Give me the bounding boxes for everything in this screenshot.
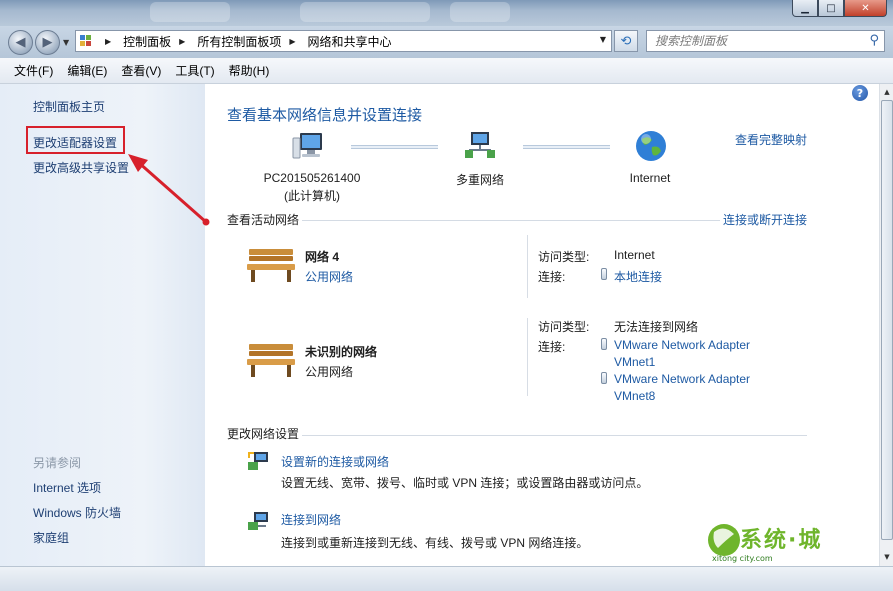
breadcrumb-all-items[interactable]: 所有控制面板项	[197, 33, 281, 50]
back-button[interactable]: ◀	[8, 30, 33, 55]
internet-globe-icon	[634, 129, 668, 163]
menu-edit[interactable]: 编辑(E)	[67, 62, 107, 79]
sidebar	[0, 84, 205, 566]
ethernet-plug-icon	[601, 372, 607, 384]
address-dropdown-icon[interactable]: ▼	[600, 35, 606, 44]
search-box[interactable]: ⚲	[646, 30, 885, 52]
separator	[527, 235, 528, 298]
vmnet8-adapter-link[interactable]: VMnet8	[614, 389, 655, 403]
menu-help[interactable]: 帮助(H)	[229, 62, 270, 79]
connect-to-network-description: 连接到或重新连接到无线、有线、拨号或 VPN 网络连接。	[281, 536, 589, 550]
titlebar-blur	[450, 2, 510, 22]
local-connection-link[interactable]: 本地连接	[614, 268, 662, 285]
access-type-label: 访问类型:	[538, 320, 590, 334]
access-type-value: 无法连接到网络	[614, 320, 699, 334]
connection-label: 连接:	[538, 270, 566, 284]
scroll-down-arrow[interactable]: ▼	[881, 550, 893, 564]
chevron-right-icon[interactable]: ▶	[289, 37, 295, 46]
scroll-up-arrow[interactable]: ▲	[881, 85, 893, 99]
recent-pages-dropdown[interactable]: ▼	[63, 38, 69, 47]
internet-label: Internet	[629, 171, 671, 185]
vmnet1-adapter-link[interactable]: VMware Network Adapter	[614, 338, 750, 352]
menu-tools[interactable]: 工具(T)	[175, 62, 214, 79]
see-also-homegroup[interactable]: 家庭组	[33, 529, 69, 546]
titlebar-blur	[300, 2, 430, 22]
access-type-label: 访问类型:	[538, 250, 590, 264]
maximize-button[interactable]: □	[818, 0, 844, 17]
see-also-firewall[interactable]: Windows 防火墙	[33, 504, 121, 521]
breadcrumb-network-center[interactable]: 网络和共享中心	[308, 33, 392, 50]
menu-bar: 文件(F) 编辑(E) 查看(V) 工具(T) 帮助(H)	[0, 58, 893, 84]
active-networks-heading: 查看活动网络	[227, 213, 300, 227]
connect-network-icon	[246, 510, 272, 534]
network-name: 未识别的网络	[305, 345, 378, 359]
address-bar[interactable]: ▶ 控制面板 ▶ 所有控制面板项 ▶ 网络和共享中心 ▼	[75, 30, 612, 52]
vmnet8-adapter-link[interactable]: VMware Network Adapter	[614, 372, 750, 386]
separator	[527, 318, 528, 396]
forward-button[interactable]: ▶	[35, 30, 60, 55]
ethernet-plug-icon	[601, 268, 607, 280]
connect-to-network-link[interactable]: 连接到网络	[281, 511, 341, 528]
connection-label: 连接:	[538, 340, 566, 354]
computer-name: PC201505261400	[263, 171, 361, 185]
watermark-subtext: xitong city.com	[712, 554, 773, 563]
view-full-map-link[interactable]: 查看完整映射	[735, 131, 807, 148]
connect-disconnect-link[interactable]: 连接或断开连接	[723, 211, 807, 228]
computer-icon	[292, 130, 326, 162]
help-icon[interactable]: ?	[852, 85, 868, 101]
watermark-text: 系统·城	[740, 528, 823, 553]
close-button[interactable]: ✕	[844, 0, 887, 17]
ethernet-plug-icon	[601, 338, 607, 350]
access-type-value: Internet	[614, 248, 655, 262]
multiple-networks-icon	[463, 130, 497, 162]
minimize-button[interactable]: ▁	[792, 0, 818, 17]
bench-icon	[245, 340, 297, 380]
network-type: 公用网络	[305, 365, 354, 379]
menu-file[interactable]: 文件(F)	[14, 62, 53, 79]
menu-view[interactable]: 查看(V)	[121, 62, 161, 79]
chevron-right-icon[interactable]: ▶	[179, 37, 185, 46]
multiple-networks-label: 多重网络	[455, 173, 504, 187]
vertical-scrollbar[interactable]: ▲ ▼	[879, 84, 893, 566]
connection-line	[523, 145, 610, 149]
control-panel-icon	[79, 33, 97, 49]
computer-subtitle: (此计算机)	[284, 189, 340, 203]
vmnet1-adapter-link[interactable]: VMnet1	[614, 355, 655, 369]
connection-line	[351, 145, 438, 149]
setup-connection-description: 设置无线、宽带、拨号、临时或 VPN 连接；或设置路由器或访问点。	[281, 476, 649, 490]
new-connection-icon	[246, 450, 272, 474]
see-also-heading: 另请参阅	[33, 456, 82, 470]
sidebar-item-advanced-sharing[interactable]: 更改高级共享设置	[33, 159, 129, 176]
see-also-internet-options[interactable]: Internet 选项	[33, 479, 101, 496]
window-titlebar: ▁ □ ✕	[0, 0, 893, 26]
sidebar-home-link[interactable]: 控制面板主页	[33, 98, 105, 115]
search-input[interactable]	[655, 34, 865, 48]
search-icon[interactable]: ⚲	[869, 33, 879, 48]
section-divider	[302, 435, 807, 436]
refresh-button[interactable]: ⟲	[614, 30, 638, 52]
network-type-link[interactable]: 公用网络	[305, 268, 353, 285]
watermark-logo: 系统·城 xitong city.com	[700, 518, 865, 566]
setup-connection-link[interactable]: 设置新的连接或网络	[281, 453, 389, 470]
sidebar-item-adapter-settings[interactable]: 更改适配器设置	[33, 134, 117, 151]
scroll-thumb[interactable]	[881, 100, 893, 540]
change-settings-heading: 更改网络设置	[227, 427, 300, 441]
window-controls: ▁ □ ✕	[792, 0, 887, 17]
bench-icon	[245, 245, 297, 285]
network-name: 网络 4	[305, 250, 340, 264]
section-divider	[302, 220, 720, 221]
breadcrumb-control-panel[interactable]: 控制面板	[123, 33, 171, 50]
chevron-right-icon[interactable]: ▶	[105, 37, 111, 46]
status-bar	[0, 566, 893, 591]
titlebar-blur	[150, 2, 230, 22]
page-title: 查看基本网络信息并设置连接	[227, 107, 423, 124]
